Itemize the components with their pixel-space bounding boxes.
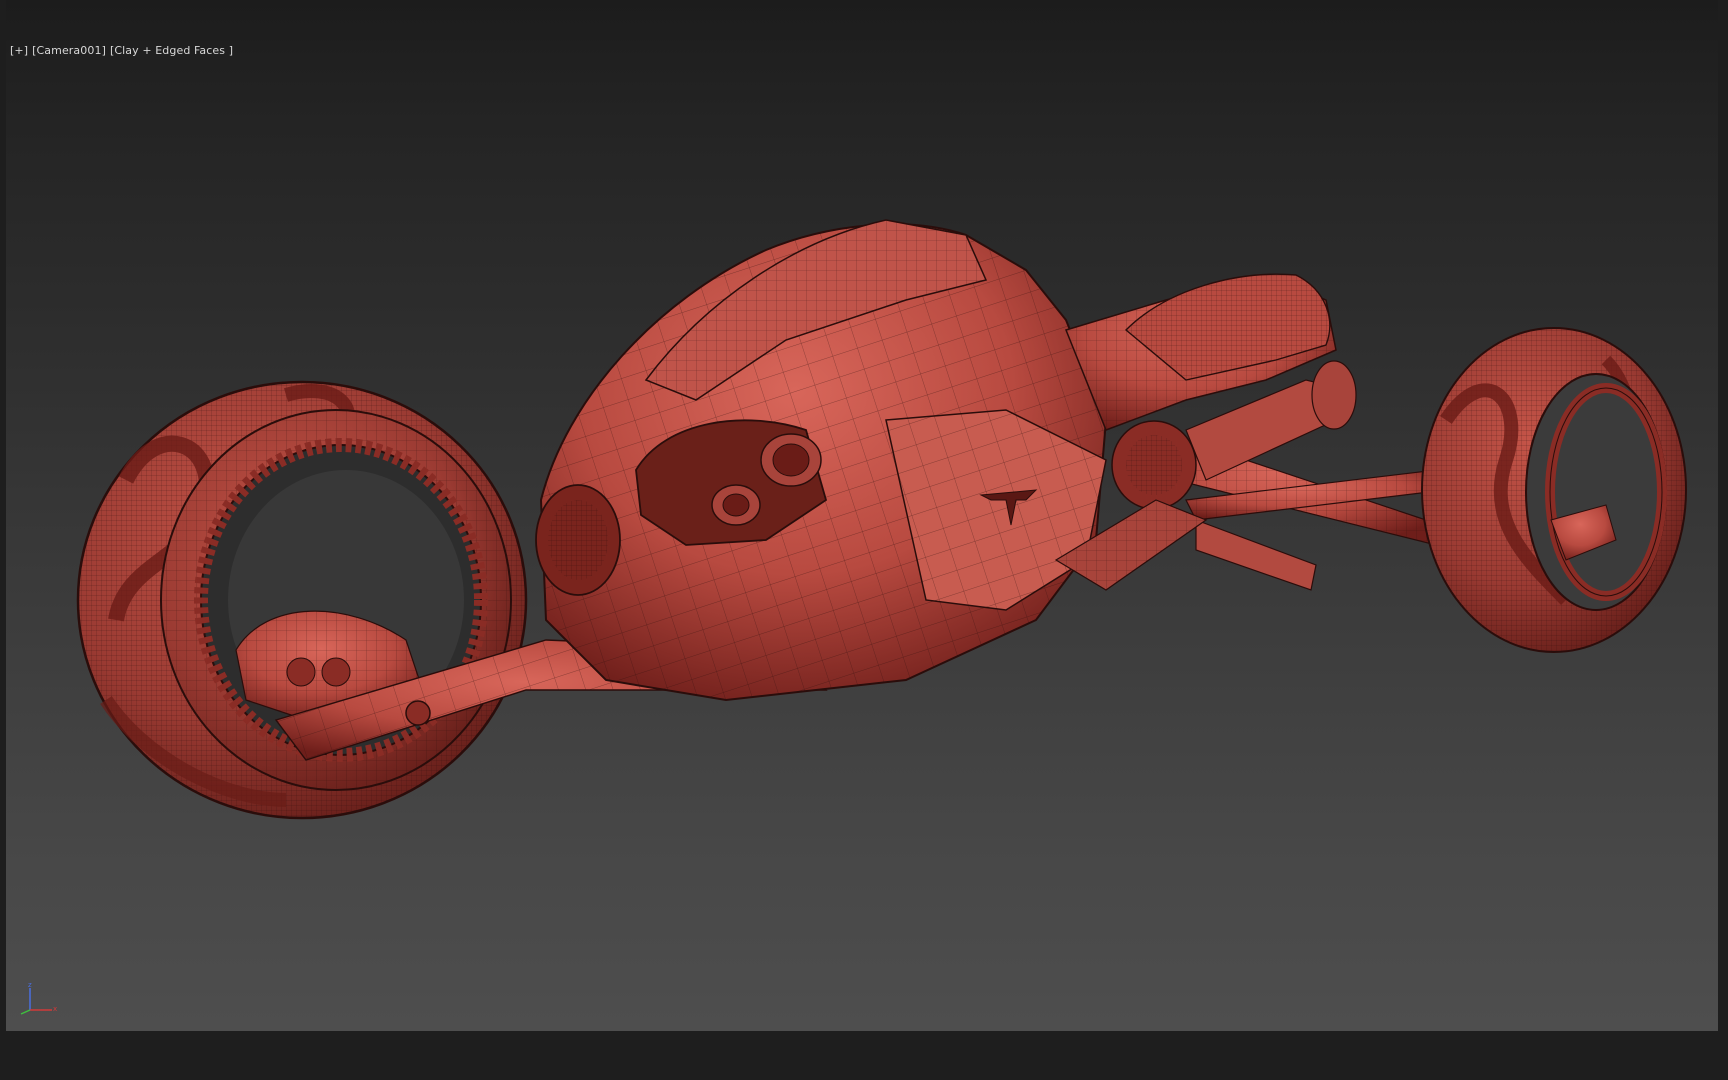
axis-x-label: x: [53, 1005, 57, 1013]
camera-viewport[interactable]: [+] [Camera001] [Clay + Edged Faces ] z …: [6, 0, 1718, 1031]
axis-z-label: z: [28, 981, 32, 989]
motorcycle-model[interactable]: [6, 0, 1718, 1031]
rear-wheel: [1421, 327, 1687, 653]
axis-tripod-icon: z x: [20, 981, 57, 1015]
main-fairing: [535, 219, 1108, 702]
app-window: [+] [Camera001] [Clay + Edged Faces ] z …: [0, 0, 1728, 1080]
viewport-bottom-strip: [0, 1031, 1728, 1080]
